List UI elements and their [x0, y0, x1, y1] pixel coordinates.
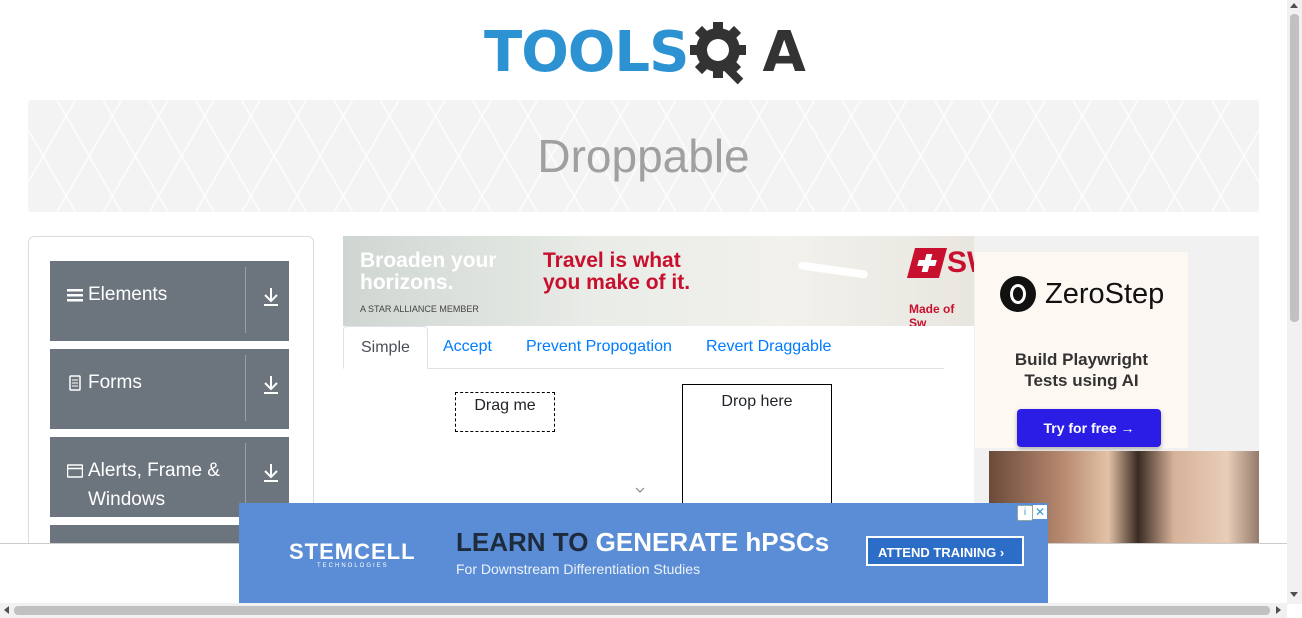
- vertical-scrollbar[interactable]: [1287, 0, 1302, 604]
- try-for-free-button[interactable]: Try for free →: [1017, 409, 1161, 447]
- download-icon[interactable]: [262, 375, 280, 395]
- close-icon[interactable]: ✕: [1033, 505, 1047, 519]
- divider: [245, 267, 246, 333]
- chevron-down-icon: [635, 487, 645, 493]
- page-title: Droppable: [537, 130, 750, 182]
- chevron-right-icon: ›: [999, 545, 1005, 560]
- tab-revert-draggable[interactable]: Revert Draggable: [689, 326, 848, 367]
- sidebar-group-label: Alerts, Frame & Windows: [88, 460, 220, 510]
- sidebar-group-forms[interactable]: Forms: [50, 349, 289, 429]
- airplane-icon: [797, 261, 869, 279]
- ad-headline: LEARN TO GENERATE hPSCs: [456, 527, 830, 557]
- zerostep-brand: ZeroStep: [1045, 278, 1165, 310]
- attend-training-button[interactable]: ATTEND TRAINING ›: [866, 536, 1024, 566]
- zerostep-logo-icon: [1000, 276, 1036, 312]
- logo-text-tools: TOOLS: [484, 20, 689, 85]
- zerostep-ad[interactable]: ZeroStep Build Playwright Tests using AI …: [974, 236, 1259, 543]
- scroll-right-icon[interactable]: [1276, 606, 1281, 614]
- draggable-box[interactable]: Drag me: [455, 392, 555, 432]
- adchoices-icon[interactable]: i: [1017, 505, 1033, 521]
- scroll-up-icon[interactable]: [1290, 3, 1298, 8]
- ad-alliance-text: A STAR ALLIANCE MEMBER: [360, 304, 479, 314]
- logo-text-a: A: [762, 20, 806, 85]
- swiss-flag-icon: [906, 248, 948, 278]
- gear-search-icon: [690, 22, 747, 85]
- document-icon: [69, 375, 81, 391]
- hamburger-icon: [67, 289, 83, 302]
- tab-prevent-propogation[interactable]: Prevent Propogation: [509, 326, 689, 367]
- stemcell-logo: STEMCELL: [289, 539, 416, 564]
- ad-slogan: Travel is what you make of it.: [543, 249, 691, 294]
- tab-simple[interactable]: Simple: [343, 326, 428, 369]
- swiss-ad-banner[interactable]: Broaden your horizons. Travel is what you …: [343, 236, 974, 326]
- ad-headline: Broaden your horizons.: [360, 249, 497, 294]
- download-icon[interactable]: [262, 287, 280, 307]
- ad-made-text: Made of Sw: [909, 302, 955, 326]
- sidebar-group-label: Elements: [88, 284, 168, 305]
- vertical-scroll-thumb[interactable]: [1290, 14, 1299, 322]
- scroll-down-icon[interactable]: [1290, 592, 1298, 597]
- scroll-left-icon[interactable]: [4, 606, 9, 614]
- ad-brand: SW: [947, 246, 974, 279]
- zerostep-tagline: Build Playwright Tests using AI: [1014, 350, 1149, 390]
- droppable-tabs: Simple Accept Prevent Propogation Revert…: [343, 326, 944, 369]
- ad-subheadline: For Downstream Differentiation Studies: [456, 561, 701, 577]
- stemcell-sub: TECHNOLOGIES: [317, 563, 389, 569]
- window-icon: [67, 464, 83, 478]
- divider: [245, 355, 246, 421]
- stemcell-ad-banner[interactable]: STEMCELL TECHNOLOGIES LEARN TO GENERATE …: [239, 503, 1048, 603]
- sidebar-group-label: Forms: [88, 372, 142, 393]
- horizontal-scrollbar[interactable]: [0, 603, 1287, 618]
- zerostep-card: ZeroStep Build Playwright Tests using AI …: [975, 252, 1188, 448]
- page-banner: Droppable: [28, 100, 1259, 212]
- tab-accept[interactable]: Accept: [426, 326, 509, 367]
- sidebar-group-elements[interactable]: Elements: [50, 261, 289, 341]
- download-icon[interactable]: [262, 463, 280, 483]
- toolsqa-logo[interactable]: TOOLS A: [484, 14, 806, 92]
- horizontal-scroll-thumb[interactable]: [14, 606, 1270, 615]
